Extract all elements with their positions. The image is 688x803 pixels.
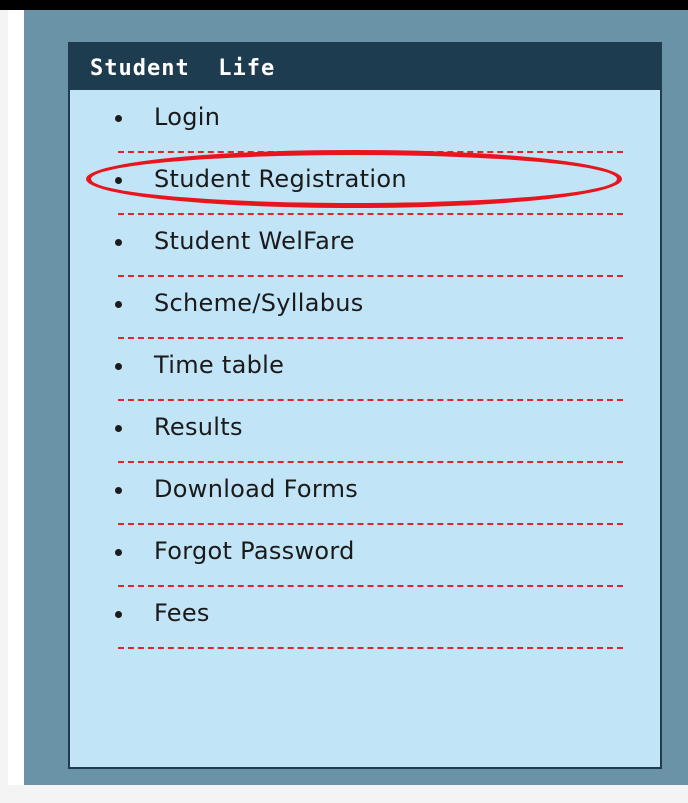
menu-item-results[interactable]: Results xyxy=(70,400,660,463)
menu-item-label[interactable]: Student Registration xyxy=(154,164,407,194)
menu-item-label[interactable]: Time table xyxy=(154,350,284,380)
menu-item-label[interactable]: Forgot Password xyxy=(154,536,355,566)
bullet-icon xyxy=(115,115,122,122)
bullet-icon xyxy=(115,487,122,494)
bullet-icon xyxy=(115,177,122,184)
bullet-icon xyxy=(115,611,122,618)
left-strip xyxy=(0,10,8,803)
menu-item-student-welfare[interactable]: Student WelFare xyxy=(70,214,660,277)
menu-item-fees[interactable]: Fees xyxy=(70,586,660,649)
bullet-icon xyxy=(115,363,122,370)
menu-item-download-forms[interactable]: Download Forms xyxy=(70,462,660,525)
bullet-icon xyxy=(115,549,122,556)
menu-item-label[interactable]: Download Forms xyxy=(154,474,358,504)
menu-item-label[interactable]: Scheme/Syllabus xyxy=(154,288,364,318)
menu-item-scheme-syllabus[interactable]: Scheme/Syllabus xyxy=(70,276,660,339)
menu-item-forgot-password[interactable]: Forgot Password xyxy=(70,524,660,587)
gutter xyxy=(8,10,24,803)
menu-item-label[interactable]: Login xyxy=(154,102,220,132)
bullet-icon xyxy=(115,239,122,246)
bullet-icon xyxy=(115,425,122,432)
bullet-icon xyxy=(115,301,122,308)
menu-item-label[interactable]: Student WelFare xyxy=(154,226,355,256)
menu-item-label[interactable]: Results xyxy=(154,412,243,442)
menu-item-student-registration[interactable]: Student Registration xyxy=(70,152,660,215)
menu-item-time-table[interactable]: Time table xyxy=(70,338,660,401)
menu-separator xyxy=(118,647,623,649)
top-bar xyxy=(0,0,688,10)
panel-title: Student Life xyxy=(90,56,276,81)
student-life-panel: Student Life Login Student Registration … xyxy=(68,42,662,769)
bottom-strip xyxy=(0,785,688,803)
menu-item-label[interactable]: Fees xyxy=(154,598,210,628)
panel-header: Student Life xyxy=(70,44,660,90)
menu-item-login[interactable]: Login xyxy=(70,90,660,153)
student-life-menu: Login Student Registration Student WelFa… xyxy=(70,90,660,649)
